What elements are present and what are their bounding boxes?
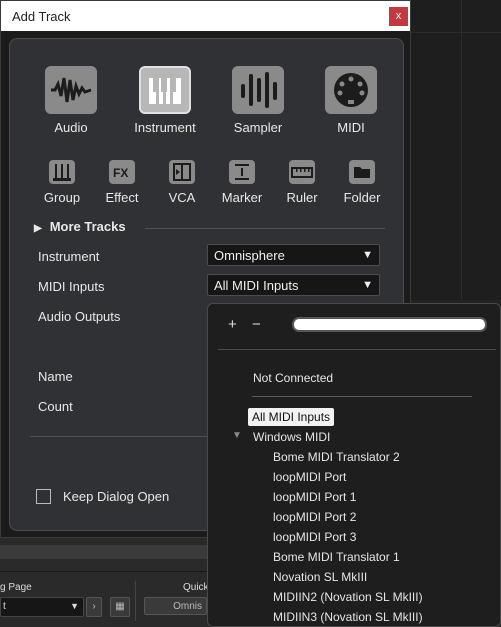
midi-port-item[interactable]: MIDIIN2 (Novation SL MkIII) [273, 590, 423, 604]
svg-text:FX: FX [113, 166, 128, 180]
more-tracks-toggle[interactable]: ▶ More Tracks [34, 219, 126, 234]
fx-icon: FX [109, 160, 135, 184]
track-type-vca[interactable]: VCA [152, 160, 212, 210]
track-type-group[interactable]: Group [32, 160, 92, 210]
midi-port-item[interactable]: loopMIDI Port [273, 470, 346, 484]
not-connected-item[interactable]: Not Connected [253, 371, 333, 385]
background-keyboard-button[interactable]: ▦ [110, 597, 130, 617]
collapse-arrow-icon[interactable]: ▼ [232, 430, 242, 441]
expand-all-button[interactable]: + [228, 316, 237, 333]
midi-port-item[interactable]: loopMIDI Port 3 [273, 530, 356, 544]
piano-keys-icon [139, 66, 191, 114]
divider [218, 349, 496, 350]
midi-port-item[interactable]: loopMIDI Port 2 [273, 510, 356, 524]
all-midi-inputs-item[interactable]: All MIDI Inputs [248, 408, 335, 426]
keep-dialog-open-checkbox[interactable] [36, 489, 51, 504]
midi-inputs-value: All MIDI Inputs [214, 278, 299, 293]
instrument-dropdown[interactable]: Omnisphere ▼ [207, 244, 380, 266]
collapse-all-button[interactable]: − [252, 316, 261, 333]
expand-arrow-icon: ▶ [34, 223, 42, 234]
waveform-icon [45, 66, 97, 114]
midi-port-item[interactable]: Bome MIDI Translator 2 [273, 450, 400, 464]
keep-dialog-open-label: Keep Dialog Open [63, 489, 170, 504]
name-label: Name [38, 369, 73, 384]
track-type-midi[interactable]: MIDI [309, 64, 393, 135]
midi-inputs-dropdown[interactable]: All MIDI Inputs ▼ [207, 274, 380, 296]
divider [30, 436, 220, 437]
midi-inputs-label: MIDI Inputs [38, 279, 105, 294]
dialog-title: Add Track [12, 9, 71, 24]
instrument-value: Omnisphere [214, 248, 285, 263]
folder-icon [349, 160, 375, 184]
track-type-folder[interactable]: Folder [332, 160, 392, 210]
group-faders-icon [49, 160, 75, 184]
vca-icon [169, 160, 195, 184]
midi-connector-icon [325, 66, 377, 114]
more-tracks-label: More Tracks [49, 219, 126, 234]
dialog-titlebar: Add Track x [1, 1, 410, 31]
divider [252, 396, 472, 397]
ruler-icon [289, 160, 315, 184]
track-type-audio[interactable]: Audio [29, 64, 113, 135]
background-next-button[interactable]: › [86, 597, 102, 617]
track-type-instrument[interactable]: Instrument [123, 64, 207, 135]
search-field[interactable] [292, 317, 487, 332]
instrument-label: Instrument [38, 249, 100, 264]
track-type-sampler[interactable]: Sampler [216, 64, 300, 135]
windows-midi-group[interactable]: Windows MIDI [253, 430, 330, 444]
midi-port-item[interactable]: loopMIDI Port 1 [273, 490, 356, 504]
background-arrangement-grid [411, 0, 501, 300]
midi-port-item[interactable]: Novation SL MkIII [273, 570, 367, 584]
count-label: Count [38, 399, 73, 414]
track-type-marker[interactable]: Marker [212, 160, 272, 210]
track-type-ruler[interactable]: Ruler [272, 160, 332, 210]
background-quick-label: Quick [183, 582, 209, 593]
track-type-effect[interactable]: FX Effect [92, 160, 152, 210]
background-track-strip [0, 545, 220, 559]
midi-port-item[interactable]: Bome MIDI Translator 1 [273, 550, 400, 564]
background-omnis-button[interactable]: Omnis [144, 597, 207, 615]
background-page-label: g Page [0, 582, 32, 593]
chevron-down-icon: ▼ [362, 279, 373, 291]
audio-outputs-label: Audio Outputs [38, 309, 121, 324]
close-button[interactable]: x [389, 7, 408, 26]
sampler-bars-icon [232, 66, 284, 114]
background-page-select[interactable]: t ▼ [0, 597, 84, 617]
midi-inputs-popup: + − Not Connected All MIDI Inputs ▼ Wind… [207, 303, 501, 627]
marker-icon [229, 160, 255, 184]
midi-port-item[interactable]: MIDIIN3 (Novation SL MkIII) [273, 610, 423, 624]
chevron-down-icon: ▼ [362, 249, 373, 261]
divider [145, 228, 385, 229]
